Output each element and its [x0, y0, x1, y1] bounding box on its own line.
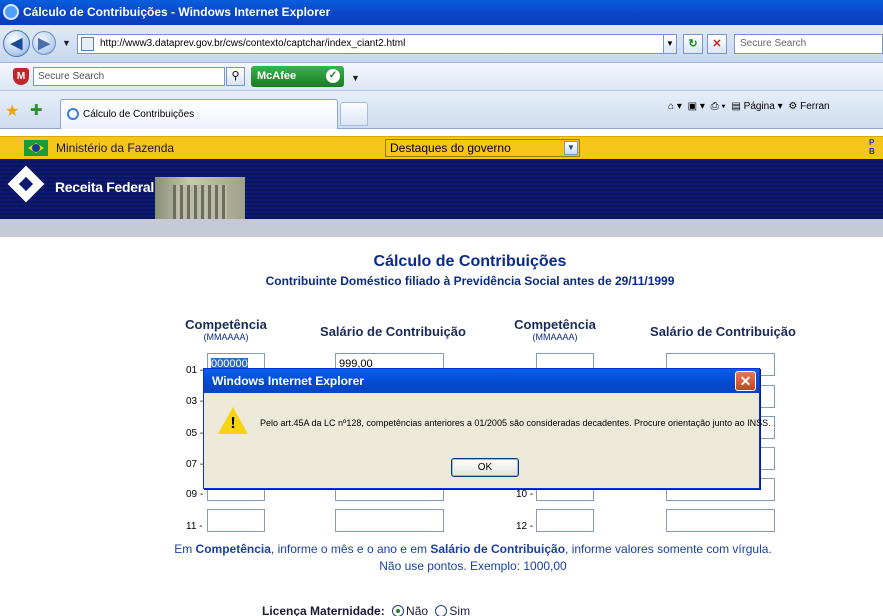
radio-nao[interactable]: [392, 605, 405, 616]
row-label: 07 -: [186, 459, 204, 470]
competencia-12-input[interactable]: [536, 509, 594, 532]
dialog-close-button[interactable]: ✕: [735, 371, 756, 391]
radio-sim-label: Sim: [449, 604, 471, 616]
dialog-title: Windows Internet Explorer: [212, 374, 364, 388]
instructions-line-2: Não use pontos. Exemplo: 1000,00: [379, 559, 567, 573]
row-label: 10 -: [516, 489, 534, 500]
ie-logo-icon: [3, 4, 19, 20]
history-dropdown-icon[interactable]: ▼: [62, 38, 71, 48]
receita-logo-icon: [8, 169, 50, 199]
licenca-label: Licença Maternidade:: [262, 604, 385, 616]
back-button[interactable]: ◀: [3, 30, 30, 57]
address-toolbar: ◀ ▶ ▼ http://www3.dataprev.gov.br/cws/co…: [0, 25, 883, 63]
row-label: 01 -: [186, 365, 204, 376]
search-placeholder: Secure Search: [740, 38, 807, 49]
competencia-11-input[interactable]: [207, 509, 265, 532]
add-favorite-icon[interactable]: ✚: [30, 101, 43, 119]
row-label: 05 -: [186, 428, 204, 439]
brazil-flag-icon: [24, 140, 48, 156]
forward-button[interactable]: ▶: [32, 31, 56, 55]
instr-bold: Competência: [195, 542, 271, 556]
radio-nao-label: Não: [406, 604, 429, 616]
row-label: 11 -: [186, 521, 203, 532]
alert-dialog: Windows Internet Explorer ✕ ! Pelo art.4…: [203, 368, 771, 489]
refresh-button[interactable]: ↻: [683, 34, 703, 54]
command-bar: ⌂ ▾ ▣ ▾ ⎙ ▾ ▤ Página ▾ ⚙ Ferran: [668, 101, 833, 112]
page-menu[interactable]: ▤ Página ▾: [731, 101, 782, 112]
ministry-link[interactable]: Ministério da Fazenda: [56, 141, 174, 155]
favorites-star-icon[interactable]: ★: [5, 101, 19, 121]
tools-menu-label: Ferran: [800, 101, 830, 112]
row-label: 03 -: [186, 396, 204, 407]
warning-icon: !: [218, 407, 248, 434]
row-label: 09 -: [186, 489, 204, 500]
chevron-down-icon: ▼: [564, 141, 578, 155]
col-salario-right: Salário de Contribuição: [650, 324, 796, 339]
receita-header: Receita Federal: [0, 159, 883, 219]
dialog-message: Pelo art.45A da LC nº128, competências a…: [260, 418, 771, 428]
toolbar-search-input[interactable]: Secure Search: [33, 67, 225, 86]
stop-button[interactable]: ✕: [707, 34, 727, 54]
back-arrow-icon: ◀: [10, 35, 23, 52]
col-competencia-left: Competência (MMAAAA): [180, 317, 272, 342]
search-input[interactable]: Secure Search: [734, 34, 883, 54]
tab-active[interactable]: Cálculo de Contribuições: [60, 99, 338, 129]
url-text: http://www3.dataprev.gov.br/cws/contexto…: [100, 38, 406, 49]
radio-sim[interactable]: [435, 605, 448, 616]
building-image: [155, 177, 245, 219]
page-title: Cálculo de Contribuições: [373, 253, 567, 270]
row-label: 12 -: [516, 521, 534, 532]
tab-bar: ★ ✚ Cálculo de Contribuições ⌂ ▾ ▣ ▾ ⎙ ▾…: [0, 91, 883, 129]
dialog-titlebar: Windows Internet Explorer ✕: [204, 369, 759, 393]
receita-logo-text: Receita Federal: [55, 179, 154, 195]
header-strip: [0, 219, 883, 237]
instr-text: Em: [174, 542, 196, 556]
tab-page-icon: [67, 108, 79, 120]
home-icon[interactable]: ⌂ ▾: [668, 101, 682, 112]
government-highlights-select[interactable]: Destaques do governo ▼: [385, 139, 580, 157]
col-competencia-right: Competência (MMAAAA): [509, 317, 601, 342]
gov-corner-text: PB: [869, 138, 875, 156]
mcafee-shield-icon[interactable]: M: [13, 68, 29, 85]
page-subtitle: Contribuinte Doméstico filiado à Previdê…: [265, 274, 675, 288]
page-icon: [81, 37, 94, 51]
instr-text: , informe o mês e o ano e em: [270, 542, 431, 556]
new-tab-button[interactable]: [340, 102, 368, 126]
window-title: Cálculo de Contribuições - Windows Inter…: [23, 5, 331, 19]
toolbar-search-placeholder: Secure Search: [38, 71, 105, 82]
gov-select-value: Destaques do governo: [390, 141, 511, 155]
dialog-ok-button[interactable]: OK: [451, 458, 519, 477]
browser-window: Cálculo de Contribuições - Windows Inter…: [0, 0, 883, 616]
instructions-line-1: Em Competência, informe o mês e o ano e …: [0, 541, 883, 558]
licenca-maternidade: Licença Maternidade: Não Sim: [262, 604, 470, 616]
forward-arrow-icon: ▶: [38, 35, 50, 52]
feeds-icon[interactable]: ▣ ▾: [688, 101, 705, 112]
check-icon: ✓: [326, 69, 340, 83]
page-menu-label: Página: [743, 101, 775, 112]
mcafee-button[interactable]: McAfee ✓: [251, 66, 344, 87]
government-bar: Ministério da Fazenda Destaques do gover…: [0, 136, 883, 159]
salario-12-input[interactable]: [666, 509, 775, 532]
col-salario-left: Salário de Contribuição: [320, 324, 466, 339]
mcafee-label: McAfee: [257, 70, 297, 82]
col-competencia-format: (MMAAAA): [532, 332, 578, 342]
window-titlebar: Cálculo de Contribuições - Windows Inter…: [0, 0, 883, 25]
tools-menu[interactable]: ⚙ Ferran: [788, 101, 829, 112]
close-icon: ✕: [739, 373, 752, 389]
toolbar-search-button[interactable]: ⚲: [226, 67, 245, 86]
col-competencia-label: Competência: [514, 317, 596, 332]
instructions: Em Competência, informe o mês e o ano e …: [0, 541, 883, 575]
mcafee-toolbar: M Secure Search ⚲ McAfee ✓ ▼: [0, 63, 883, 91]
tab-title: Cálculo de Contribuições: [83, 109, 195, 120]
col-competencia-format: (MMAAAA): [203, 332, 249, 342]
mcafee-dropdown-icon[interactable]: ▼: [351, 73, 360, 83]
url-dropdown-icon[interactable]: ▼: [663, 34, 677, 54]
salario-11-input[interactable]: [335, 509, 444, 532]
instr-text: , informe valores somente com vírgula.: [565, 542, 772, 556]
col-competencia-label: Competência: [185, 317, 267, 332]
print-icon[interactable]: ⎙ ▾: [711, 101, 726, 112]
instr-bold: Salário de Contribuição: [430, 542, 566, 556]
url-field[interactable]: http://www3.dataprev.gov.br/cws/contexto…: [77, 34, 677, 54]
